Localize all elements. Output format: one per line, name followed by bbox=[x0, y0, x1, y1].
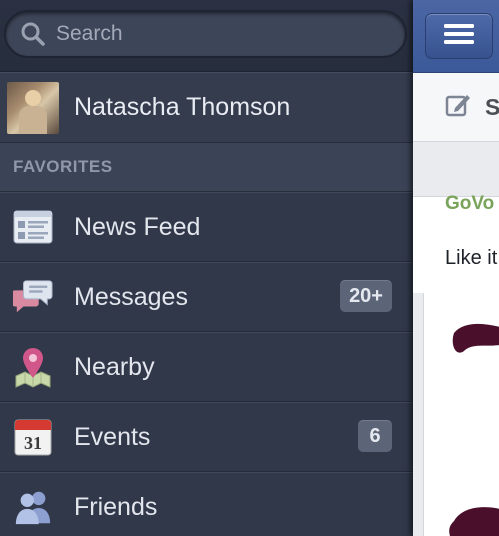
story-photo[interactable] bbox=[423, 293, 499, 536]
messages-icon bbox=[13, 277, 53, 317]
friends-icon bbox=[13, 487, 53, 527]
menu-item-label: Events bbox=[74, 422, 151, 451]
status-label: S bbox=[485, 93, 499, 120]
top-nav-bar bbox=[413, 0, 499, 73]
search-box[interactable] bbox=[4, 10, 407, 58]
avatar bbox=[7, 81, 59, 134]
calendar-icon: 31 bbox=[13, 417, 53, 457]
search-icon bbox=[20, 21, 46, 47]
photo-content bbox=[449, 323, 499, 536]
events-count-badge: 6 bbox=[358, 420, 392, 452]
menu-toggle-button[interactable] bbox=[425, 13, 493, 59]
messages-count-badge: 20+ bbox=[340, 280, 392, 312]
nearby-icon bbox=[13, 347, 53, 388]
profile-row[interactable]: Natascha Thomson bbox=[0, 72, 413, 143]
story-page-name[interactable]: GoVo bbox=[445, 193, 494, 215]
menu-item-news-feed[interactable]: News Feed bbox=[0, 192, 413, 262]
menu-item-nearby[interactable]: Nearby bbox=[0, 332, 413, 402]
menu-item-label: News Feed bbox=[74, 212, 201, 241]
menu-item-friends[interactable]: Friends bbox=[0, 472, 413, 536]
menu-item-label: Nearby bbox=[74, 352, 155, 381]
hamburger-icon bbox=[444, 23, 474, 50]
news-feed-icon bbox=[13, 207, 53, 247]
menu-item-label: Messages bbox=[74, 282, 188, 311]
favorites-header: FAVORITES bbox=[0, 143, 413, 192]
status-composer[interactable]: S bbox=[413, 73, 499, 142]
search-bar bbox=[0, 0, 413, 72]
menu-item-messages[interactable]: Messages 20+ bbox=[0, 262, 413, 332]
sidebar-menu: Natascha Thomson FAVORITES News Feed bbox=[0, 0, 413, 536]
profile-name: Natascha Thomson bbox=[74, 93, 291, 121]
calendar-day-label: 31 bbox=[24, 433, 42, 453]
story-text: Like it bbox=[445, 247, 498, 269]
main-panel: S GoVo Like it bbox=[413, 0, 499, 536]
menu-item-label: Friends bbox=[74, 492, 158, 521]
search-input[interactable] bbox=[54, 21, 358, 47]
feed-story: GoVo Like it bbox=[413, 193, 499, 293]
menu-item-events[interactable]: 31 Events 6 bbox=[0, 402, 413, 472]
edit-status-icon bbox=[445, 92, 471, 123]
